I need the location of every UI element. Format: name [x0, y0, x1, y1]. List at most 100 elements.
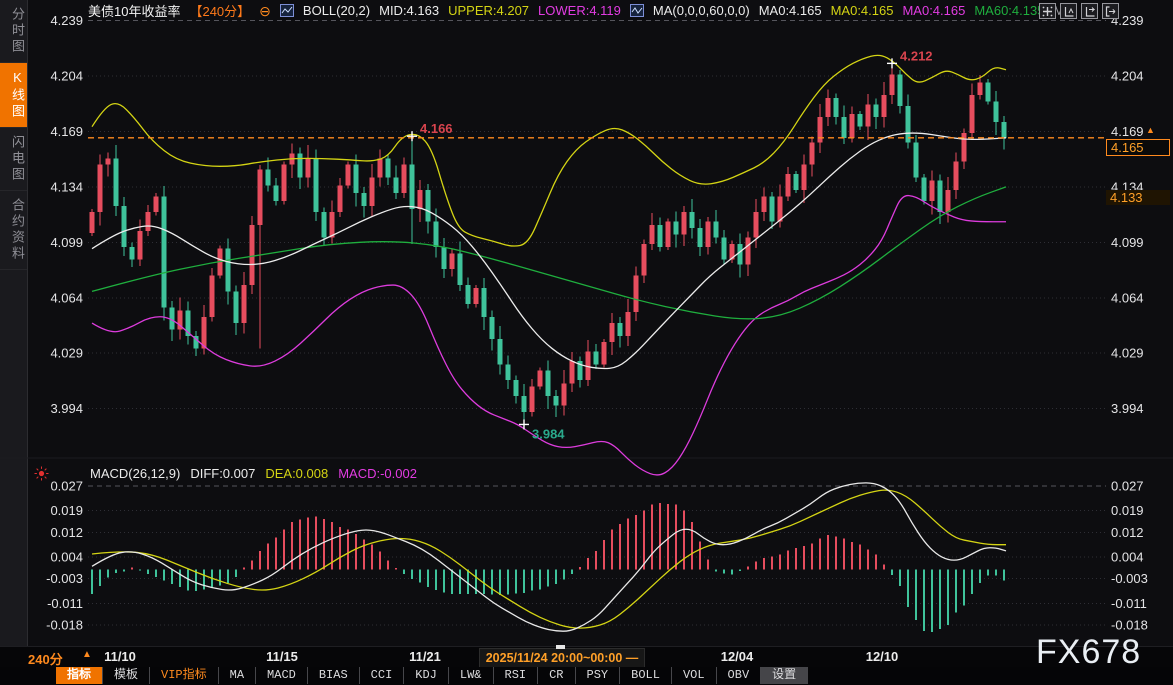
candle-body	[922, 177, 927, 201]
axis-tick-label: 0.012	[1111, 525, 1144, 540]
axis-tick-label: -0.003	[1111, 571, 1148, 586]
tab-CR[interactable]: CR	[538, 667, 575, 684]
candle-body	[882, 95, 887, 117]
axis-tick-label: 4.169	[1111, 124, 1144, 139]
candle-body	[378, 158, 383, 177]
axis-tick-label: 4.204	[50, 69, 83, 84]
axis-tick-label: -0.003	[46, 571, 83, 586]
price-annotation: 4.166	[420, 121, 453, 136]
candlestick-chart[interactable]: 4.1664.2123.9844.2394.2394.2044.2044.169…	[0, 0, 1173, 646]
candle-body	[842, 117, 847, 138]
candle-body	[658, 225, 663, 247]
time-axis-row: 240分 ▲ 2025/11/24 20:00~00:00 — 11/1011/…	[0, 646, 1173, 668]
candle-body	[930, 181, 935, 202]
candle-body	[546, 371, 551, 396]
boll-lower-value: LOWER:4.119	[538, 3, 621, 18]
secondary-price-tag: 4.133	[1106, 190, 1170, 205]
ma-chart-icon[interactable]	[630, 4, 644, 17]
candle-body	[938, 181, 943, 213]
tab-BOLL[interactable]: BOLL	[620, 667, 672, 684]
candle-body	[738, 244, 743, 265]
scale-x-axis-button[interactable]	[1081, 3, 1098, 19]
candle-body	[770, 196, 775, 221]
tab-OBV[interactable]: OBV	[717, 667, 762, 684]
watermark: FX678	[1036, 633, 1141, 672]
candle-body	[266, 169, 271, 185]
boll-mid-value: MID:4.163	[379, 3, 439, 18]
axis-tick-label: 3.994	[50, 401, 83, 416]
ma-value: MA60:4.135	[974, 3, 1044, 18]
tab-CCI[interactable]: CCI	[360, 667, 405, 684]
indicator-header: 美债10年收益率 【240分】 ⊖ BOLL(20,2) MID:4.163 U…	[88, 2, 1064, 19]
crosshair-date-label: 2025/11/24 20:00~00:00 —	[486, 651, 639, 665]
tab-指标[interactable]: 指标	[56, 667, 103, 684]
candle-body	[482, 288, 487, 317]
macd-diff-value: DIFF:0.007	[190, 466, 255, 481]
axis-tick-label: -0.018	[1111, 618, 1148, 633]
ma-params-label: MA(0,0,0,60,0,0)	[653, 3, 750, 18]
boll-chart-icon[interactable]	[280, 4, 294, 17]
candle-body	[162, 196, 167, 307]
price-annotation: 4.212	[900, 48, 933, 63]
tab-RSI[interactable]: RSI	[494, 667, 539, 684]
candle-body	[1002, 122, 1007, 138]
candle-body	[634, 276, 639, 312]
price-up-arrow-icon: ▲	[1146, 125, 1155, 135]
candle-body	[698, 228, 703, 247]
candle-body	[810, 143, 815, 165]
tab-VOL[interactable]: VOL	[672, 667, 717, 684]
candle-body	[602, 342, 607, 364]
candle-body	[474, 288, 479, 304]
candle-body	[202, 317, 207, 349]
tab-设置[interactable]: 设置	[761, 667, 808, 684]
candle-body	[338, 185, 343, 212]
candle-body	[690, 212, 695, 228]
tab-PSY[interactable]: PSY	[576, 667, 621, 684]
pan-mode-button[interactable]	[1039, 3, 1056, 19]
candle-body	[946, 190, 951, 212]
popout-panel-button[interactable]	[1102, 3, 1119, 19]
trading-app-window: 分时图K线图闪电图合约资料 美债10年收益率 【240分】 ⊖ BOLL(20,…	[0, 0, 1173, 685]
macd-header: MACD(26,12,9) DIFF:0.007 DEA:0.008 MACD:…	[90, 466, 417, 481]
tab-VIP指标[interactable]: VIP指标	[150, 667, 219, 684]
candle-body	[594, 352, 599, 365]
tab-MACD[interactable]: MACD	[256, 667, 308, 684]
window-controls	[1039, 3, 1119, 19]
xaxis-date-label: 12/10	[858, 649, 906, 664]
candle-body	[386, 158, 391, 177]
candle-body	[954, 162, 959, 191]
period-tag[interactable]: 【240分】	[189, 1, 250, 20]
zoom-out-icon[interactable]: ⊖	[259, 5, 271, 17]
tab-KDJ[interactable]: KDJ	[404, 667, 449, 684]
tab-LW&[interactable]: LW&	[449, 667, 494, 684]
candle-body	[250, 225, 255, 285]
axis-tick-label: 4.134	[50, 179, 83, 194]
candle-body	[210, 276, 215, 317]
timeframe-arrow-icon[interactable]: ▲	[82, 649, 92, 660]
tab-模板[interactable]: 模板	[103, 667, 150, 684]
candle-body	[522, 396, 527, 412]
candle-body	[98, 165, 103, 213]
candle-body	[706, 222, 711, 247]
axis-tick-label: 4.064	[1111, 290, 1144, 305]
candle-body	[874, 105, 879, 118]
symbol-title: 美债10年收益率	[88, 1, 180, 20]
candle-body	[498, 339, 503, 364]
timeframe-label[interactable]: 240分	[28, 649, 63, 668]
scale-y-axis-button[interactable]	[1060, 3, 1077, 19]
axis-tick-label: -0.018	[46, 618, 83, 633]
tab-BIAS[interactable]: BIAS	[308, 667, 360, 684]
candle-body	[554, 396, 559, 406]
macd-params-label: MACD(26,12,9)	[90, 466, 180, 481]
boll-label: BOLL(20,2)	[303, 3, 370, 18]
candle-body	[354, 165, 359, 194]
candle-body	[330, 212, 335, 237]
candle-body	[538, 371, 543, 387]
tab-MA[interactable]: MA	[219, 667, 256, 684]
candle-body	[274, 185, 279, 201]
candle-body	[970, 95, 975, 133]
ma-value: MA0:4.165	[831, 3, 894, 18]
candle-body	[426, 190, 431, 222]
axis-tick-label: 0.027	[50, 479, 83, 494]
candle-body	[122, 206, 127, 247]
